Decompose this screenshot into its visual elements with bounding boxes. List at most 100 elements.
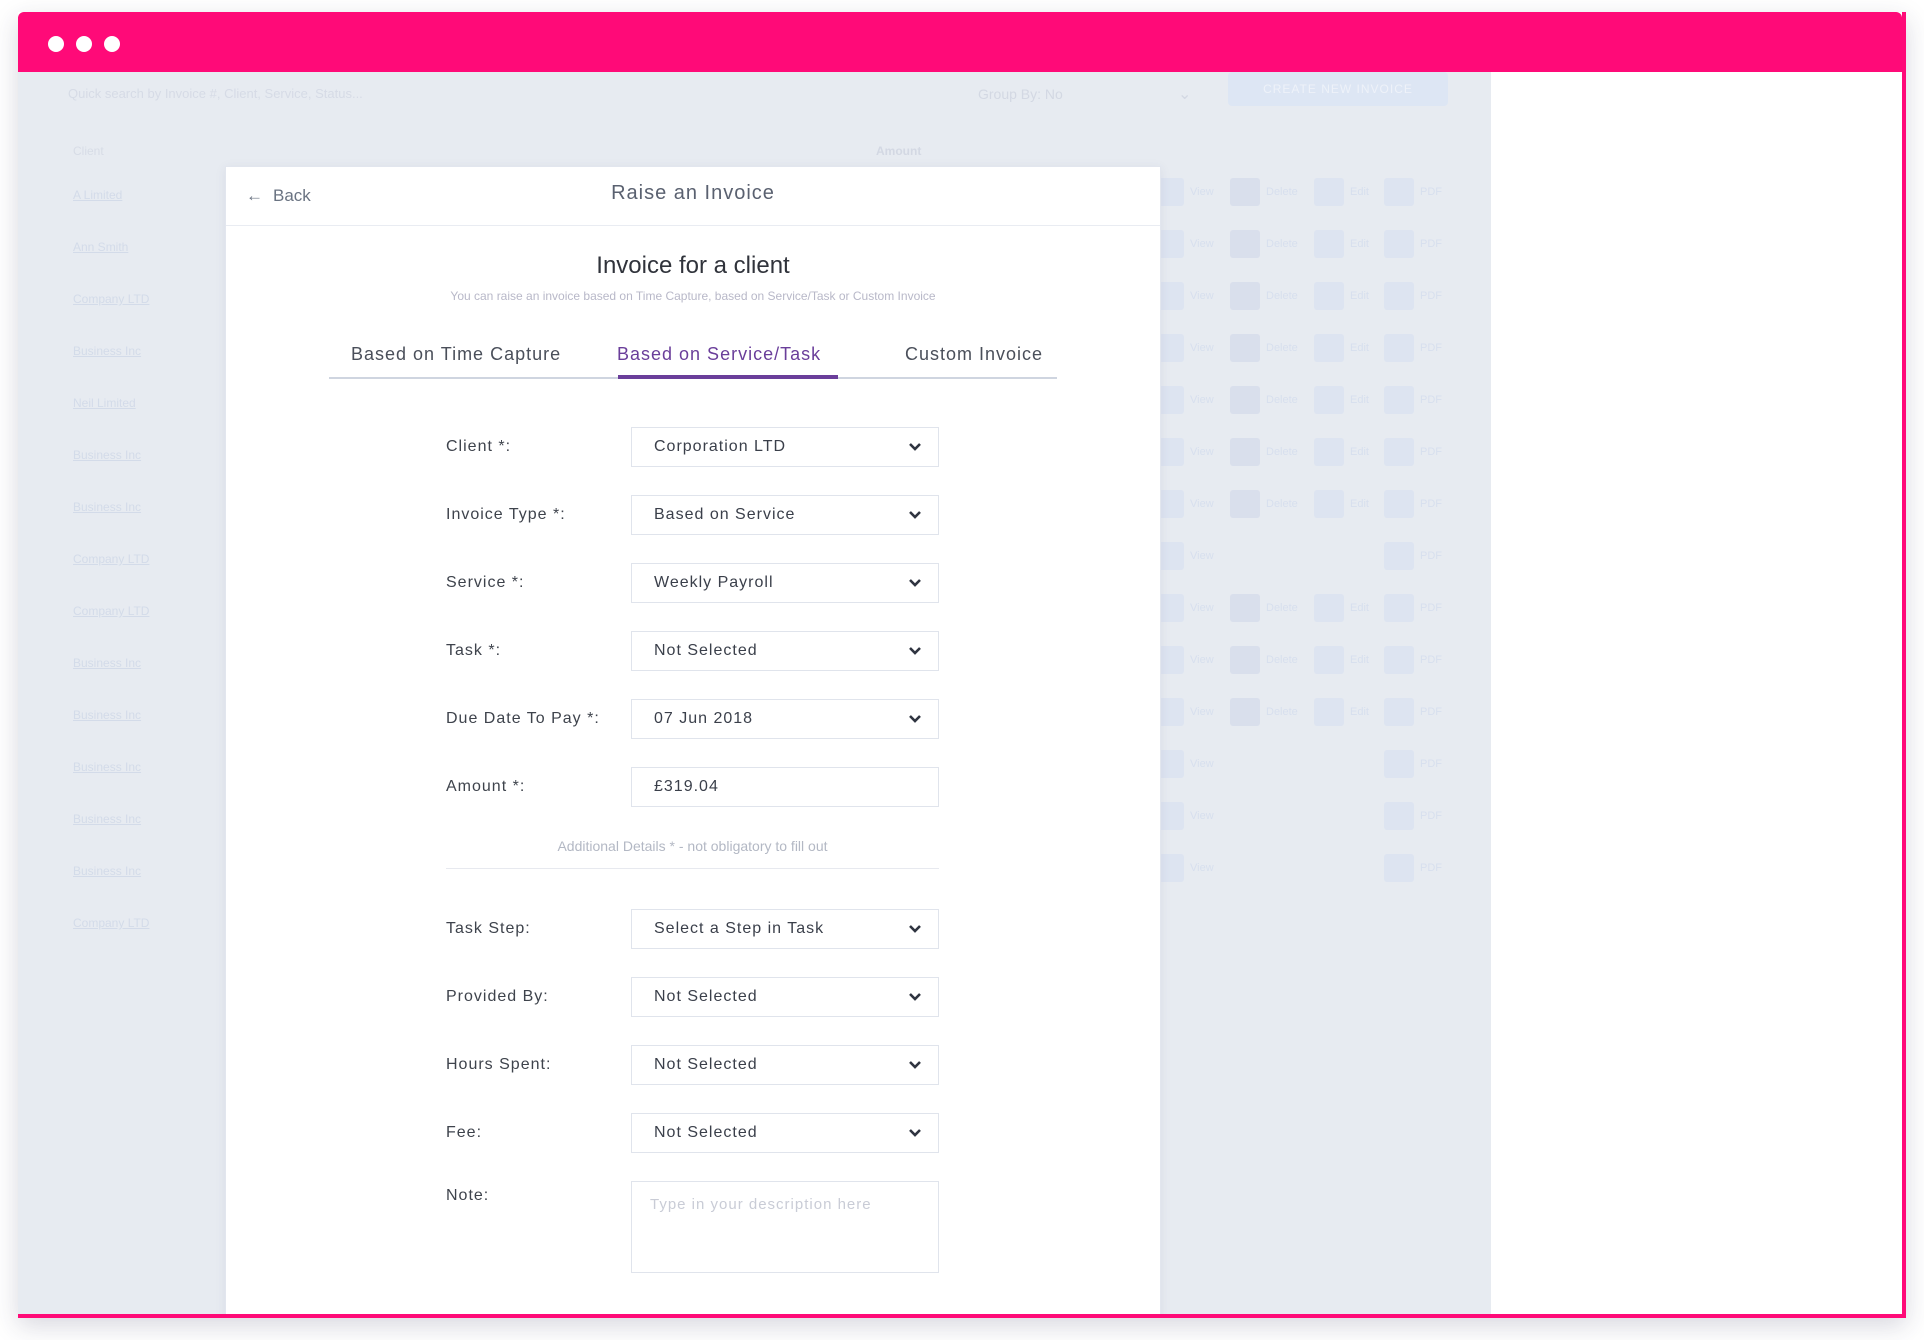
edit-icon: [1314, 698, 1344, 726]
background-edit-label: Edit: [1350, 238, 1369, 250]
pdf-icon: [1384, 178, 1414, 206]
background-edit-label: Edit: [1350, 654, 1369, 666]
background-create-button: CREATE NEW INVOICE: [1228, 72, 1448, 106]
chevron-down-icon: [908, 923, 921, 935]
background-pdf-label: PDF: [1420, 706, 1442, 718]
background-row-client: Business Inc: [73, 760, 142, 774]
background-row-client: Business Inc: [73, 812, 142, 826]
background-edit-label: Edit: [1350, 446, 1369, 458]
background-action-row: View PDF: [1154, 854, 1484, 884]
background-row-client: Company LTD: [73, 292, 150, 306]
background-action-row: View Delete Edit PDF: [1154, 594, 1484, 624]
form-subheading: You can raise an invoice based on Time C…: [450, 289, 936, 303]
service-value: Weekly Payroll: [654, 574, 774, 591]
client-select[interactable]: Corporation LTD: [631, 427, 939, 467]
background-edit-label: Edit: [1350, 186, 1369, 198]
background-pdf-label: PDF: [1420, 446, 1442, 458]
background-delete-label: Delete: [1266, 654, 1298, 666]
service-row: Service *: Weekly Payroll: [446, 563, 946, 603]
background-view-label: View: [1190, 394, 1214, 406]
background-action-row: View PDF: [1154, 750, 1484, 780]
background-pdf-label: PDF: [1420, 862, 1442, 874]
window-close-dot[interactable]: [48, 36, 64, 52]
tab-service-task[interactable]: Based on Service/Task: [617, 337, 821, 377]
task-step-label: Task Step:: [446, 920, 531, 937]
provided-by-row: Provided By: Not Selected: [446, 977, 946, 1017]
fee-row: Fee: Not Selected: [446, 1113, 946, 1153]
background-row-client: Neil Limited: [73, 396, 136, 410]
background-header-amount: Amount: [876, 144, 922, 158]
provided-by-label: Provided By:: [446, 988, 549, 1005]
service-select[interactable]: Weekly Payroll: [631, 563, 939, 603]
edit-icon: [1314, 594, 1344, 622]
background-view-label: View: [1190, 862, 1214, 874]
chevron-down-icon: [908, 577, 921, 589]
window-titlebar: [18, 12, 1902, 72]
background-delete-label: Delete: [1266, 706, 1298, 718]
task-step-row: Task Step: Select a Step in Task: [446, 909, 946, 949]
pdf-icon: [1384, 594, 1414, 622]
tab-custom-invoice[interactable]: Custom Invoice: [905, 337, 1043, 377]
tab-time-capture[interactable]: Based on Time Capture: [351, 337, 561, 377]
background-row-client: Business Inc: [73, 864, 142, 878]
delete-icon: [1230, 490, 1260, 518]
background-view-label: View: [1190, 446, 1214, 458]
invoice-type-select[interactable]: Based on Service: [631, 495, 939, 535]
amount-input[interactable]: £319.04: [631, 767, 939, 807]
provided-by-select[interactable]: Not Selected: [631, 977, 939, 1017]
background-delete-label: Delete: [1266, 498, 1298, 510]
background-delete-label: Delete: [1266, 602, 1298, 614]
edit-icon: [1314, 490, 1344, 518]
window-minimize-dot[interactable]: [76, 36, 92, 52]
background-pdf-label: PDF: [1420, 394, 1442, 406]
task-label: Task *:: [446, 642, 502, 659]
pdf-icon: [1384, 334, 1414, 362]
chevron-down-icon: ⌄: [1178, 86, 1192, 103]
fee-select[interactable]: Not Selected: [631, 1113, 939, 1153]
background-pdf-label: PDF: [1420, 290, 1442, 302]
background-pdf-label: PDF: [1420, 758, 1442, 770]
delete-icon: [1230, 178, 1260, 206]
background-delete-label: Delete: [1266, 186, 1298, 198]
modal-title: Raise an Invoice: [611, 182, 775, 204]
background-row-client: Company LTD: [73, 604, 150, 618]
background-row-client: Company LTD: [73, 552, 150, 566]
hours-spent-select[interactable]: Not Selected: [631, 1045, 939, 1085]
background-action-row: View Delete Edit PDF: [1154, 334, 1484, 364]
chevron-down-icon: [908, 1059, 921, 1071]
pdf-icon: [1384, 282, 1414, 310]
note-label: Note:: [446, 1187, 490, 1204]
background-view-label: View: [1190, 550, 1214, 562]
pdf-icon: [1384, 438, 1414, 466]
task-value: Not Selected: [654, 642, 758, 659]
amount-label: Amount *:: [446, 778, 526, 795]
background-pdf-label: PDF: [1420, 654, 1442, 666]
due-date-label: Due Date To Pay *:: [446, 710, 600, 727]
pdf-icon: [1384, 646, 1414, 674]
background-view-label: View: [1190, 290, 1214, 302]
background-action-row: View Delete Edit PDF: [1154, 490, 1484, 520]
pdf-icon: [1384, 542, 1414, 570]
edit-icon: [1314, 178, 1344, 206]
background-edit-label: Edit: [1350, 394, 1369, 406]
background-view-label: View: [1190, 654, 1214, 666]
background-view-label: View: [1190, 342, 1214, 354]
chevron-down-icon: [908, 509, 921, 521]
pdf-icon: [1384, 230, 1414, 258]
due-date-select[interactable]: 07 Jun 2018: [631, 699, 939, 739]
fee-label: Fee:: [446, 1124, 483, 1141]
client-value: Corporation LTD: [654, 438, 787, 455]
amount-value: £319.04: [654, 778, 719, 795]
background-pdf-label: PDF: [1420, 810, 1442, 822]
due-date-value: 07 Jun 2018: [654, 710, 754, 727]
background-view-label: View: [1190, 758, 1214, 770]
hours-spent-label: Hours Spent:: [446, 1056, 552, 1073]
edit-icon: [1314, 334, 1344, 362]
background-delete-label: Delete: [1266, 290, 1298, 302]
note-textarea[interactable]: [631, 1181, 939, 1273]
window-maximize-dot[interactable]: [104, 36, 120, 52]
task-select[interactable]: Not Selected: [631, 631, 939, 671]
task-step-select[interactable]: Select a Step in Task: [631, 909, 939, 949]
background-view-label: View: [1190, 602, 1214, 614]
delete-icon: [1230, 646, 1260, 674]
